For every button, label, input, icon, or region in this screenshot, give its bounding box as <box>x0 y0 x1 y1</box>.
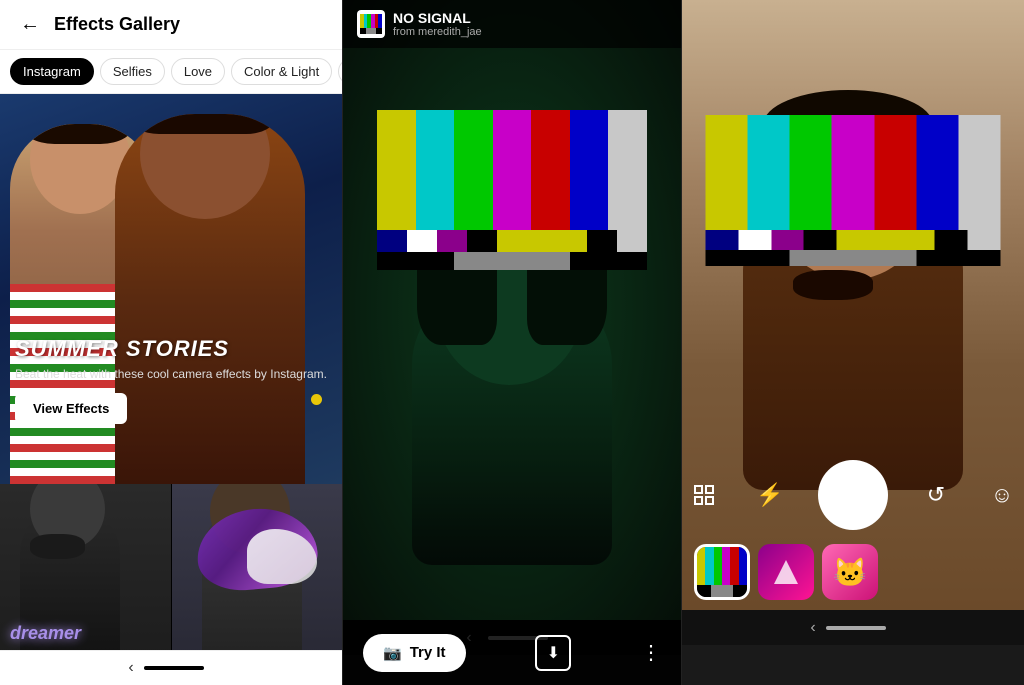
mask-bg: 🔮 <box>172 484 343 650</box>
hero-card: SUMMER STORIES Beat the heat with these … <box>0 94 342 484</box>
panel1-nav-bar: ‹ <box>0 650 342 685</box>
effect-chip-triangle[interactable] <box>758 544 814 600</box>
panel3-nav-bar: ‹ <box>682 610 1024 645</box>
grid-icon[interactable] <box>686 477 722 513</box>
face-effects-icon[interactable]: ☺ <box>984 477 1020 513</box>
more-options-button[interactable]: ⋮ <box>641 640 661 665</box>
camera-panel: ⚡ ↺ ☺ <box>682 0 1024 685</box>
tab-love[interactable]: Love <box>171 58 225 85</box>
effect-name: NO SIGNAL <box>393 10 482 26</box>
panel2-top-bar: NO SIGNAL from meredith_jae <box>343 0 681 48</box>
tab-instagram[interactable]: Instagram <box>10 58 94 85</box>
effects-gallery-panel: ← Effects Gallery Instagram Selfies Love… <box>0 0 342 685</box>
effect-author: from meredith_jae <box>393 26 482 38</box>
save-icon[interactable]: ⬇ <box>535 635 571 671</box>
camera-effects-row: 🐱 <box>682 544 1024 600</box>
capture-button[interactable] <box>818 460 888 530</box>
hero-overlay: SUMMER STORIES Beat the heat with these … <box>15 336 327 424</box>
try-it-button[interactable]: 📷 Try It <box>363 634 466 672</box>
bottom-grid: dreamer 🌙 🔮 <box>0 484 342 650</box>
camera-bg: ⚡ ↺ ☺ <box>682 0 1024 610</box>
dreamer-text: dreamer <box>10 623 81 644</box>
panel-title: Effects Gallery <box>54 14 180 35</box>
tab-selfies[interactable]: Selfies <box>100 58 165 85</box>
tabs-row: Instagram Selfies Love Color & Light Cam… <box>0 50 342 94</box>
grid-item-dreamer[interactable]: dreamer 🌙 <box>0 484 172 650</box>
panel1-home-bar <box>144 666 204 670</box>
camera-icon: 📷 <box>383 644 402 662</box>
dreamer-bg: dreamer 🌙 <box>0 484 171 650</box>
hero-background: SUMMER STORIES Beat the heat with these … <box>0 94 342 484</box>
hero-title: SUMMER STORIES <box>15 336 327 362</box>
panel1-content: SUMMER STORIES Beat the heat with these … <box>0 94 342 650</box>
effect-chip-cat[interactable]: 🐱 <box>822 544 878 600</box>
tv-bars-panel3 <box>706 115 1001 266</box>
grid-item-mask[interactable]: 🔮 <box>172 484 343 650</box>
no-signal-panel: NO SIGNAL from meredith_jae 📷 Try It ⬇ ⋮… <box>342 0 682 685</box>
panel3-home-bar <box>826 626 886 630</box>
flash-icon[interactable]: ⚡ <box>752 477 788 513</box>
camera-controls: ⚡ ↺ ☺ <box>682 460 1024 530</box>
tab-color-light[interactable]: Color & Light <box>231 58 332 85</box>
flip-camera-icon[interactable]: ↺ <box>918 477 954 513</box>
panel2-bg <box>343 0 681 620</box>
signal-icon <box>357 10 385 38</box>
panel1-header: ← Effects Gallery <box>0 0 342 50</box>
panel2-bottom: 📷 Try It ⬇ ⋮ <box>343 620 681 685</box>
signal-info: NO SIGNAL from meredith_jae <box>393 10 482 38</box>
back-button[interactable]: ← <box>14 9 46 41</box>
view-effects-button[interactable]: View Effects <box>15 393 127 424</box>
hero-subtitle: Beat the heat with these cool camera eff… <box>15 366 327 383</box>
tv-bars-panel2 <box>377 110 647 270</box>
effect-chip-tv[interactable] <box>694 544 750 600</box>
try-it-label: Try It <box>410 644 446 661</box>
